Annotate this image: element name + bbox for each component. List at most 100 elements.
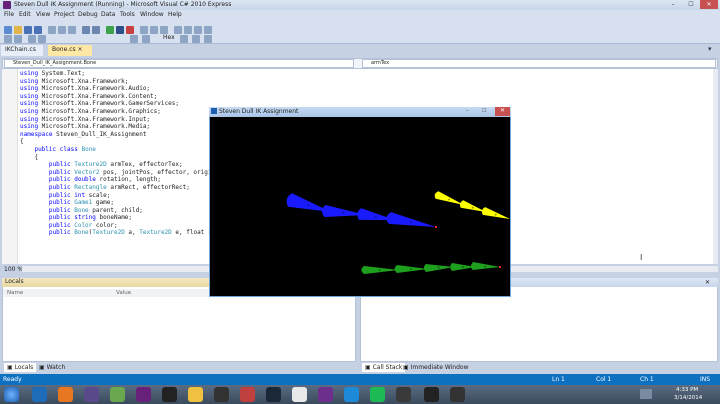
menu-project[interactable]: Project: [54, 11, 75, 18]
app4-icon[interactable]: [344, 387, 359, 402]
code-text[interactable]: using System.Text; using Microsoft.Xna.Fr…: [20, 70, 222, 237]
paste-icon[interactable]: [68, 26, 76, 34]
zoom-level[interactable]: 100 %: [4, 266, 23, 273]
tab-locals-label: Locals: [14, 364, 34, 371]
minimize-button[interactable]: –: [664, 0, 682, 9]
column-name[interactable]: Name: [7, 290, 23, 296]
tab-bone[interactable]: Bone.cs ×: [48, 45, 92, 56]
game-maximize-button[interactable]: ☐: [482, 108, 486, 114]
maximize-button[interactable]: ☐: [682, 0, 700, 9]
indent-icon[interactable]: [28, 35, 36, 43]
vertical-scrollbar[interactable]: [713, 69, 718, 264]
redo-icon[interactable]: [92, 26, 100, 34]
save-icon[interactable]: [24, 26, 32, 34]
media-icon[interactable]: [214, 387, 229, 402]
options-icon[interactable]: [204, 35, 212, 43]
continue-icon[interactable]: [106, 26, 114, 34]
folder-icon[interactable]: [188, 387, 203, 402]
app2-icon[interactable]: [240, 387, 255, 402]
properties-icon[interactable]: [194, 26, 202, 34]
firefox-icon[interactable]: [58, 387, 73, 402]
app5-icon[interactable]: [396, 387, 411, 402]
menu-help[interactable]: Help: [168, 11, 182, 18]
tab-list-icon[interactable]: ▾: [708, 45, 712, 53]
steam-icon[interactable]: [266, 387, 281, 402]
step-into-icon[interactable]: [140, 26, 148, 34]
code-line: namespace Steven_Dull_IK_Assignment: [20, 130, 147, 138]
menu-tools[interactable]: Tools: [120, 11, 135, 18]
status-bar: Ready Ln 1 Col 1 Ch 1 INS: [0, 374, 720, 385]
menu-data[interactable]: Data: [101, 11, 115, 18]
menu-view[interactable]: View: [36, 11, 50, 18]
tab-watch[interactable]: ▣ Watch: [36, 363, 68, 372]
status-column: Col 1: [596, 376, 612, 383]
joint-marker: [437, 266, 440, 269]
game-minimize-button[interactable]: –: [466, 108, 469, 114]
tab-ikchain[interactable]: IKChain.cs: [1, 45, 43, 56]
tab-immediate-label: Immediate Window: [410, 364, 469, 371]
game-canvas: [286, 191, 510, 274]
unity-icon[interactable]: [162, 387, 177, 402]
chrome-icon[interactable]: [292, 387, 307, 402]
spotify-icon[interactable]: [370, 387, 385, 402]
app6-icon[interactable]: [424, 387, 439, 402]
title-bar: Steven Dull IK Assignment (Running) - Mi…: [0, 0, 720, 10]
code-line: using Microsoft.Xna.Framework.Graphics;: [20, 107, 161, 115]
hex-toggle[interactable]: Hex: [163, 34, 175, 41]
tab-call-stack-label: Call Stack: [372, 364, 403, 371]
tab-call-stack[interactable]: ▣ Call Stack: [362, 363, 406, 372]
uncomment-icon[interactable]: [14, 35, 22, 43]
status-text: Ready: [3, 376, 22, 383]
step-over-icon[interactable]: [150, 26, 158, 34]
show-next-statement-icon[interactable]: [142, 35, 150, 43]
code-line: {: [20, 138, 24, 146]
menu-window[interactable]: Window: [140, 11, 164, 18]
menu-debug[interactable]: Debug: [78, 11, 98, 18]
clock-time[interactable]: 4:33 PM: [676, 387, 698, 393]
find-icon[interactable]: [174, 26, 182, 34]
step-out-icon[interactable]: [160, 26, 168, 34]
open-file-icon[interactable]: [14, 26, 22, 34]
start-button[interactable]: [4, 387, 19, 402]
new-project-icon[interactable]: [4, 26, 12, 34]
menu-edit[interactable]: Edit: [19, 11, 31, 18]
app7-icon[interactable]: [450, 387, 465, 402]
windows-icon[interactable]: [180, 35, 188, 43]
cut-icon[interactable]: [48, 26, 56, 34]
class-dropdown[interactable]: Steven_Dull_IK_Assignment.Bone: [4, 59, 354, 68]
column-value[interactable]: Value: [116, 290, 131, 296]
game-window-titlebar: Steven Dull IK Assignment – ☐ ✕: [209, 107, 511, 117]
outdent-icon[interactable]: [38, 35, 46, 43]
joint-marker: [461, 266, 464, 268]
stop-debugging-icon[interactable]: [126, 26, 134, 34]
clock-date[interactable]: 3/14/2014: [674, 395, 702, 401]
status-char: Ch 1: [640, 376, 654, 383]
tab-locals[interactable]: ▣ Locals: [4, 363, 37, 372]
ie-icon[interactable]: [32, 387, 47, 402]
joint-marker: [484, 265, 487, 268]
menu-file[interactable]: File: [4, 11, 14, 18]
code-line: public int scale;: [48, 191, 111, 199]
visual-studio-taskbar-icon[interactable]: [136, 387, 151, 402]
status-line: Ln 1: [552, 376, 565, 383]
app-icon[interactable]: [84, 387, 99, 402]
tab-immediate-window[interactable]: ▣ Immediate Window: [400, 363, 472, 372]
app3-icon[interactable]: [318, 387, 333, 402]
joint-marker: [342, 211, 345, 214]
panel-close-icon[interactable]: ✕: [705, 279, 710, 286]
member-dropdown[interactable]: armTex: [362, 59, 716, 68]
game-close-button[interactable]: ✕: [495, 107, 510, 116]
notepad-icon[interactable]: [110, 387, 125, 402]
comment-icon[interactable]: [4, 35, 12, 43]
toolbox-icon[interactable]: [204, 26, 212, 34]
output-icon[interactable]: [192, 35, 200, 43]
break-all-icon[interactable]: [116, 26, 124, 34]
solution-explorer-icon[interactable]: [184, 26, 192, 34]
undo-icon[interactable]: [82, 26, 90, 34]
code-line: using Microsoft.Xna.Framework.Content;: [20, 92, 158, 100]
copy-icon[interactable]: [58, 26, 66, 34]
tray-icons[interactable]: [640, 389, 652, 399]
close-button[interactable]: ✕: [700, 0, 718, 9]
breakpoint-icon[interactable]: [130, 35, 138, 43]
save-all-icon[interactable]: [34, 26, 42, 34]
